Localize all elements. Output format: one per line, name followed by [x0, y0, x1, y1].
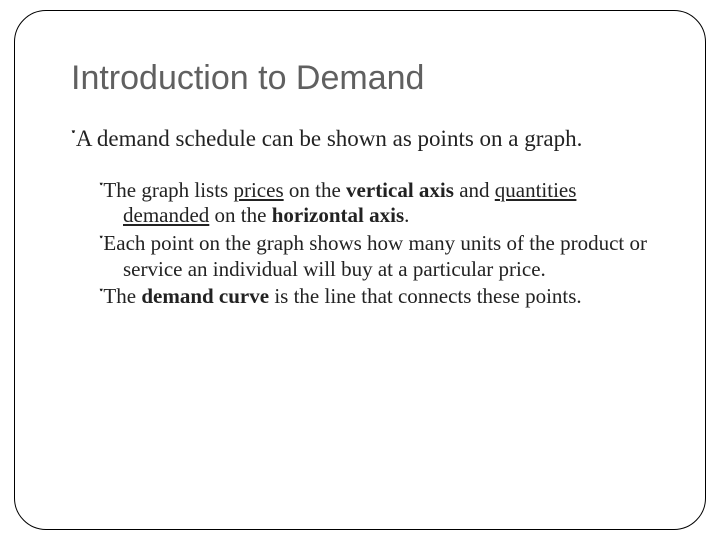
bullet-text: Each point on the graph shows how many u…	[103, 231, 647, 281]
sub-bullet-2: ་Each point on the graph shows how many …	[99, 231, 649, 282]
bullet-level1: ་A demand schedule can be shown as point…	[71, 124, 649, 154]
bold-text: horizontal axis	[272, 203, 404, 227]
text-part: on the	[209, 203, 271, 227]
sub-bullet-3: ་The demand curve is the line that conne…	[99, 284, 649, 310]
text-part: The graph lists	[103, 178, 233, 202]
bold-text: demand curve	[141, 284, 269, 308]
slide-title: Introduction to Demand	[71, 59, 649, 98]
bold-text: vertical axis	[346, 178, 454, 202]
sub-bullet-group: ་The graph lists prices on the vertical …	[71, 178, 649, 310]
sub-bullet-1: ་The graph lists prices on the vertical …	[99, 178, 649, 229]
text-part: on the	[284, 178, 346, 202]
text-part: .	[404, 203, 409, 227]
slide-frame: Introduction to Demand ་A demand schedul…	[14, 10, 706, 530]
bullet-text: A demand schedule can be shown as points…	[76, 126, 583, 151]
text-part: is the line that connects these points.	[269, 284, 582, 308]
underlined-text: prices	[233, 178, 283, 202]
text-part: and	[454, 178, 495, 202]
text-part: The	[103, 284, 141, 308]
